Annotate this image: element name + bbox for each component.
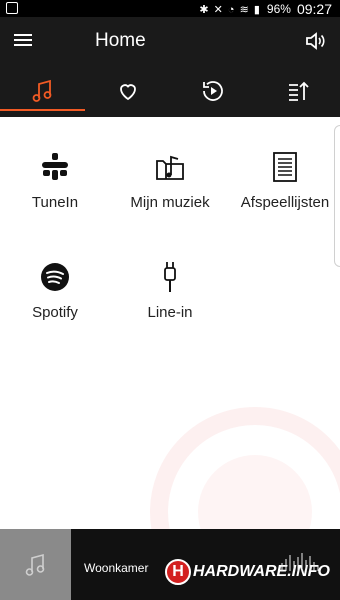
line-in-icon [115,260,225,294]
source-tunein[interactable]: TuneIn [0,150,110,230]
status-bar: ✱ ✕ ◔ ≋ ▮ 96% 09:27 [0,0,340,17]
mini-player[interactable]: Woonkamer H HARDWARE.INFO [0,529,340,600]
source-mijn-muziek[interactable]: Mijn muziek [115,150,225,230]
album-art[interactable] [0,529,71,600]
room-name: Woonkamer [84,561,149,575]
source-label: TuneIn [31,194,79,211]
recent-play-icon [202,81,223,101]
music-note-icon [32,79,51,102]
heart-icon [119,84,136,101]
volume-icon[interactable] [304,29,328,53]
music-note-icon [25,553,44,576]
clock: 09:27 [296,1,332,17]
tunein-icon [0,150,110,184]
equalizer-icon [281,553,319,571]
tab-bar [0,65,340,117]
tab-queue[interactable] [255,65,340,117]
status-icons: ✱ ✕ ◔ ≋ ▮ [199,3,261,16]
watermark-logo [150,407,340,529]
page-title: Home [95,30,146,51]
source-label: Line-in [147,304,193,321]
source-label: Mijn muziek [130,194,210,211]
source-label: Spotify [32,304,78,321]
source-label: Afspeellijsten [240,194,330,211]
spotify-icon [0,260,110,294]
gallery-icon [6,2,18,14]
tab-favorites[interactable] [85,65,170,117]
playlist-icon [230,150,340,184]
tab-active-indicator [0,109,85,111]
tab-recent[interactable] [170,65,255,117]
source-afspeellijsten[interactable]: Afspeellijsten [230,150,340,230]
music-folder-icon [115,150,225,184]
tab-music[interactable] [0,65,85,117]
sources-grid: TuneIn Mijn muziek Afspeellijsten Spotif… [0,117,340,529]
source-spotify[interactable]: Spotify [0,260,110,340]
app-bar: Home [0,17,340,65]
menu-icon[interactable] [14,31,34,51]
source-line-in[interactable]: Line-in [115,260,225,340]
battery-percent: 96% [266,2,291,16]
logo-h-icon: H [165,559,191,585]
sort-queue-icon [288,81,309,101]
